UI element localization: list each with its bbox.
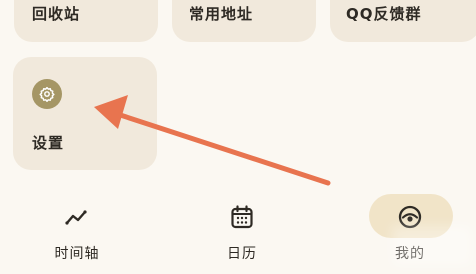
common-address-card[interactable]: 常用地址 bbox=[172, 0, 316, 42]
common-address-label: 常用地址 bbox=[189, 5, 254, 23]
settings-card[interactable]: 设置 bbox=[13, 57, 157, 170]
calendar-icon bbox=[231, 205, 253, 229]
trend-line-icon bbox=[65, 210, 87, 225]
qq-feedback-group-label: QQ反馈群 bbox=[346, 5, 422, 23]
recycle-bin-card[interactable]: 回收站 bbox=[14, 0, 158, 42]
app-screen: 回收站 常用地址 QQ反馈群 设置 时间轴 日历 我的 bbox=[0, 0, 476, 274]
tab-calendar[interactable]: 日历 bbox=[197, 196, 287, 266]
tab-mine[interactable]: 我的 bbox=[365, 194, 455, 266]
tab-calendar-label: 日历 bbox=[227, 246, 257, 262]
tab-timeline-label: 时间轴 bbox=[54, 246, 100, 262]
settings-label: 设置 bbox=[32, 134, 65, 152]
qq-feedback-group-card[interactable]: QQ反馈群 bbox=[330, 0, 476, 42]
gear-icon bbox=[32, 79, 62, 109]
tab-mine-label: 我的 bbox=[395, 246, 425, 262]
tab-timeline[interactable]: 时间轴 bbox=[32, 196, 122, 266]
recycle-bin-label: 回收站 bbox=[32, 5, 81, 23]
eye-icon bbox=[398, 205, 422, 229]
